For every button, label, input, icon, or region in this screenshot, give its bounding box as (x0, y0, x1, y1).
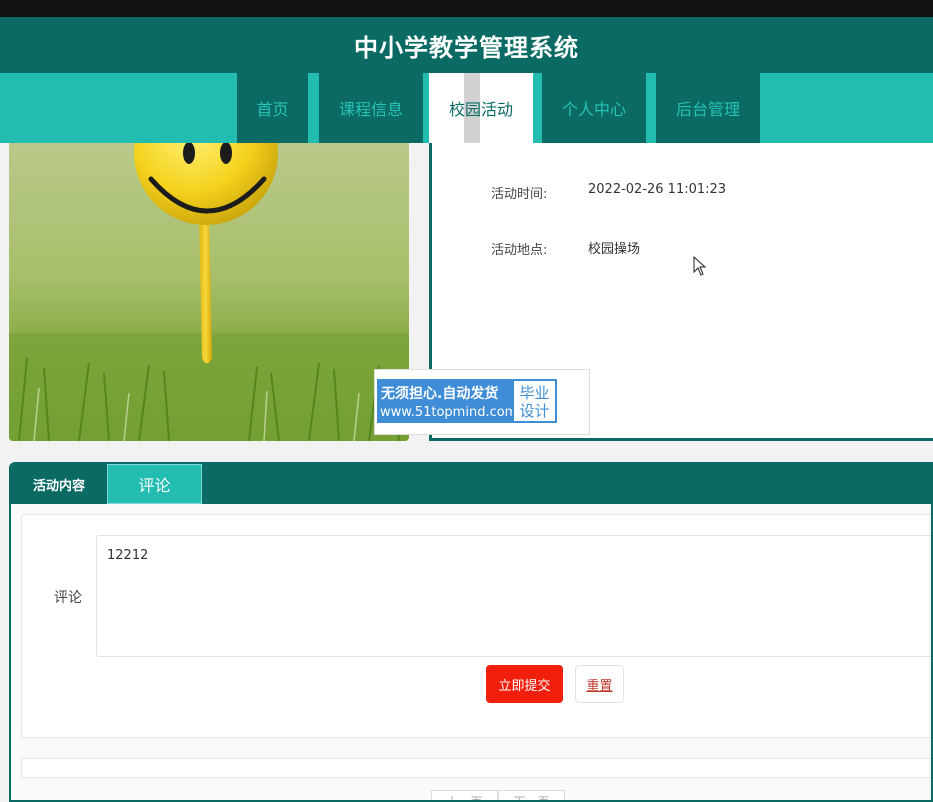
nav-item-profile[interactable]: 个人中心 (542, 73, 646, 143)
submit-button[interactable]: 立即提交 (486, 665, 563, 703)
activity-time-value: 2022-02-26 11:01:23 (588, 182, 727, 197)
watermark-line2: www.51topmind.com (380, 405, 518, 420)
tab-activity-content[interactable]: 活动内容 (11, 464, 107, 504)
main-nav: 首页 课程信息 校园活动 个人中心 后台管理 (0, 73, 933, 143)
activity-place-label: 活动地点: (491, 243, 548, 258)
watermark-badge: 无须担心.自动发货 www.51topmind.com 毕业 设计 (374, 369, 590, 435)
comment-list (21, 758, 931, 778)
tab-label: 活动内容 (32, 478, 85, 494)
site-title: 中小学教学管理系统 (354, 33, 579, 62)
nav-item-label: 课程信息 (338, 100, 403, 119)
activity-image (9, 143, 409, 441)
watermark-right-line2: 设计 (519, 402, 550, 420)
reset-button[interactable]: 重置 (575, 665, 624, 703)
prev-page-button[interactable]: 上一页 (431, 790, 498, 800)
activity-place-value: 校园操场 (588, 242, 641, 257)
next-page-button[interactable]: 下一页 (498, 790, 565, 800)
nav-item-label: 校园活动 (448, 100, 513, 119)
nav-item-home[interactable]: 首页 (237, 73, 308, 143)
tab-label: 评论 (138, 476, 171, 495)
tab-comments[interactable]: 评论 (107, 464, 202, 504)
activity-time-label: 活动时间: (491, 187, 548, 202)
pagination: 上一页 下一页 (431, 790, 565, 800)
site-header: 中小学教学管理系统 (0, 17, 933, 73)
browser-top-strip (0, 0, 933, 17)
watermark-left: 无须担心.自动发货 www.51topmind.com (377, 379, 517, 423)
nav-item-admin[interactable]: 后台管理 (656, 73, 760, 143)
watermark-right: 毕业 设计 (512, 379, 557, 423)
detail-tabs-panel: 活动内容 评论 评论 12212 立即提交 重置 上一页 下一页 (9, 462, 933, 802)
comment-form: 评论 12212 立即提交 重置 (21, 514, 931, 738)
nav-item-label: 个人中心 (561, 100, 626, 119)
comment-textarea[interactable]: 12212 (96, 535, 931, 657)
nav-item-label: 首页 (256, 100, 289, 119)
watermark-line1: 无须担心.自动发货 (381, 386, 499, 402)
nav-item-activities[interactable]: 校园活动 (429, 73, 533, 143)
nav-item-label: 后台管理 (675, 100, 740, 119)
mouse-cursor-icon (693, 256, 707, 276)
watermark-right-line1: 毕业 (519, 384, 550, 402)
tab-bar: 活动内容 评论 (11, 464, 931, 504)
comment-label: 评论 (54, 590, 82, 606)
nav-item-courses[interactable]: 课程信息 (319, 73, 423, 143)
